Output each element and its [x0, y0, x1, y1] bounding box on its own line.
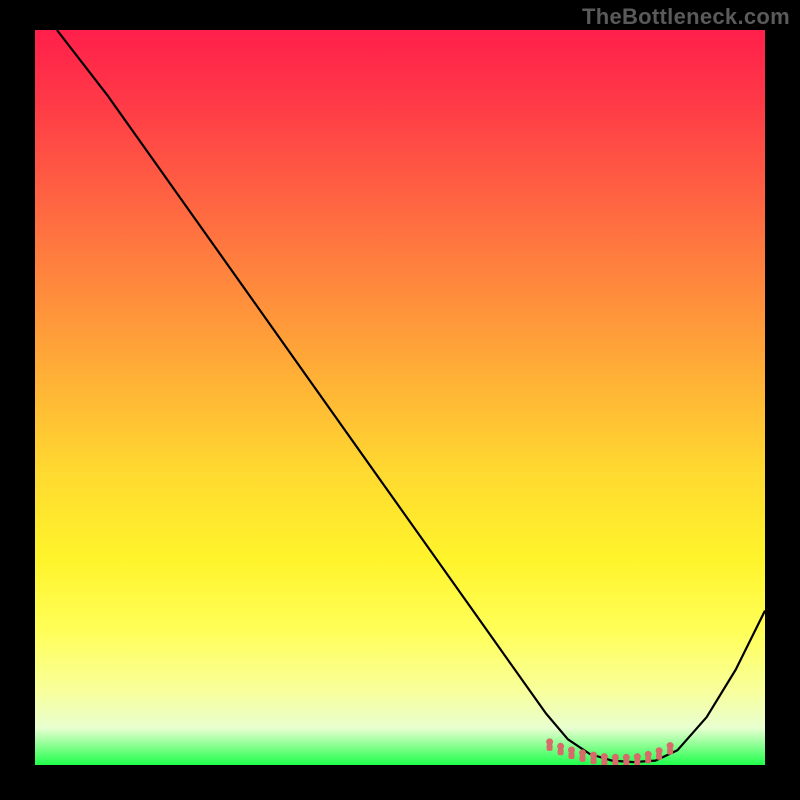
- scatter-dot: [558, 743, 564, 749]
- scatter-dot: [591, 752, 597, 758]
- chart-frame: TheBottleneck.com: [0, 0, 800, 800]
- scatter-dot: [601, 754, 607, 760]
- scatter-dot: [547, 739, 553, 745]
- plot-area: [35, 30, 765, 765]
- scatter-dot: [623, 754, 629, 760]
- scatter-dot: [612, 754, 618, 760]
- scatter-dot: [667, 743, 673, 749]
- scatter-dot: [645, 751, 651, 757]
- bottleneck-curve: [57, 30, 765, 762]
- watermark-text: TheBottleneck.com: [582, 4, 790, 30]
- scatter-dot: [656, 748, 662, 754]
- scatter-dot: [580, 750, 586, 756]
- curve-svg: [35, 30, 765, 765]
- scatter-dot: [569, 747, 575, 753]
- scatter-dot: [634, 754, 640, 760]
